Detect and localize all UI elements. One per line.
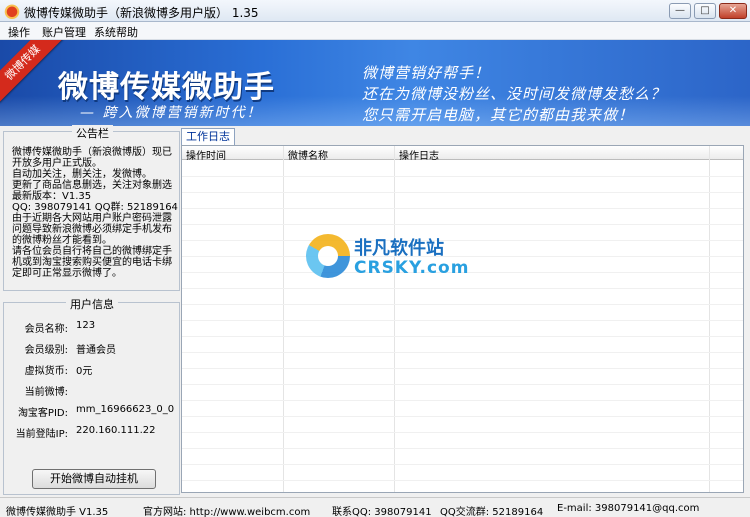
- watermark-cn: 非凡软件站: [354, 238, 444, 259]
- notice-line: 更新了商品信息删选，关注对象删选: [12, 180, 172, 191]
- menu-account[interactable]: 账户管理: [42, 24, 86, 40]
- row-gridline: [182, 192, 743, 193]
- app-icon: [4, 3, 20, 19]
- banner-slogan-3: 您只需开启电脑，其它的都由我来做！: [362, 106, 635, 124]
- row-gridline: [182, 336, 743, 337]
- banner-subtitle: — 跨入微博营销新时代！: [80, 105, 263, 121]
- notice-line: 问题导致新浪微博必须绑定手机发布: [12, 224, 172, 235]
- banner-title: 微博传媒微助手: [58, 70, 275, 105]
- notice-line: 由于近期各大网站用户账户密码泄露: [12, 213, 172, 224]
- watermark-en: CRSKY.com: [354, 258, 470, 278]
- row-gridline: [182, 320, 743, 321]
- status-website: 官方网站: http://www.weibcm.com: [143, 507, 311, 517]
- notice-line: QQ: 398079141 QQ群: 52189164: [12, 202, 178, 213]
- title-bar: 微博传媒微助手（新浪微博多用户版） 1.35 — □ ✕: [0, 0, 750, 22]
- banner-ribbon: 微博传媒: [0, 40, 63, 103]
- work-log-table[interactable]: 操作时间 微博名称 操作日志: [181, 145, 744, 493]
- notice-line: 开放多用户正式版。: [12, 158, 102, 169]
- crsky-watermark: 非凡软件站 CRSKY.com: [306, 230, 468, 286]
- notice-line: 自动加关注，删关注，发微博。: [12, 169, 152, 180]
- info-value: 220.160.111.22: [76, 425, 156, 436]
- banner: 微博传媒 微博传媒微助手 — 跨入微博营销新时代！ 微博营销好帮手！ 还在为微博…: [0, 40, 750, 126]
- notice-line: 定即可正常显示微博了。: [12, 268, 122, 279]
- tab-work-log[interactable]: 工作日志: [181, 128, 235, 146]
- info-value: 123: [76, 320, 96, 331]
- column-header-weibo-name[interactable]: 微博名称: [288, 147, 328, 162]
- info-value: mm_16966623_0_0: [76, 404, 175, 415]
- info-label: 当前微博:: [24, 387, 68, 398]
- info-value: 0元: [76, 366, 93, 377]
- row-gridline: [182, 448, 743, 449]
- info-label: 当前登陆IP:: [15, 429, 68, 440]
- table-header: 操作时间 微博名称 操作日志: [182, 146, 743, 162]
- notice-title: 公告栏: [72, 125, 113, 141]
- row-gridline: [182, 208, 743, 209]
- notice-line: 最新版本：V1.35: [12, 191, 92, 202]
- info-label: 会员级别:: [24, 345, 68, 356]
- menu-help[interactable]: 系统帮助: [94, 24, 138, 40]
- info-value: 普通会员: [76, 345, 116, 356]
- notice-line: 的微博粉丝才能看到。: [12, 235, 112, 246]
- row-gridline: [182, 400, 743, 401]
- start-auto-hang-button[interactable]: 开始微博自动挂机: [32, 469, 156, 489]
- column-header-log[interactable]: 操作日志: [399, 147, 439, 162]
- minimize-button[interactable]: —: [669, 3, 691, 19]
- window-title: 微博传媒微助手（新浪微博多用户版） 1.35: [24, 6, 259, 20]
- status-qq: 联系QQ: 398079141: [332, 507, 432, 517]
- row-gridline: [182, 352, 743, 353]
- row-gridline: [182, 464, 743, 465]
- close-button[interactable]: ✕: [719, 3, 747, 19]
- notice-panel: 公告栏 微博传媒微助手（新浪微博版）现已 开放多用户正式版。 自动加关注，删关注…: [3, 125, 180, 291]
- row-gridline: [182, 256, 743, 257]
- menu-operate[interactable]: 操作: [8, 24, 30, 40]
- row-gridline: [182, 432, 743, 433]
- menu-bar: 操作 账户管理 系统帮助: [0, 22, 750, 40]
- banner-slogan-1: 微博营销好帮手！: [362, 64, 491, 82]
- notice-line: 机或到淘宝搜索购买便宜的电话卡绑: [12, 257, 172, 268]
- status-app-version: 微博传媒微助手 V1.35: [6, 507, 109, 517]
- info-label: 会员名称:: [24, 324, 68, 335]
- info-label: 淘宝客PID:: [17, 408, 68, 419]
- status-email: E-mail: 398079141@qq.com: [557, 503, 700, 514]
- row-gridline: [182, 304, 743, 305]
- user-info-panel: 用户信息 会员名称: 123 会员级别: 普通会员 虚拟货币: 0元 当前微博:…: [3, 296, 180, 495]
- notice-line: 微博传媒微助手（新浪微博版）现已: [12, 147, 172, 158]
- row-gridline: [182, 240, 743, 241]
- row-gridline: [182, 368, 743, 369]
- row-gridline: [182, 480, 743, 481]
- row-gridline: [182, 176, 743, 177]
- maximize-button[interactable]: □: [694, 3, 716, 19]
- row-gridline: [182, 288, 743, 289]
- crsky-logo-icon: [306, 234, 350, 278]
- notice-line: 请各位会员自行将自己的微博绑定手: [12, 246, 172, 257]
- banner-slogan-2: 还在为微博没粉丝、没时间发微博发愁么？: [362, 85, 667, 103]
- status-qq-group: QQ交流群: 52189164: [440, 507, 544, 517]
- info-label: 虚拟货币:: [24, 366, 68, 377]
- row-gridline: [182, 416, 743, 417]
- status-bar: 微博传媒微助手 V1.35 官方网站: http://www.weibcm.co…: [0, 497, 750, 517]
- row-gridline: [182, 224, 743, 225]
- row-gridline: [182, 384, 743, 385]
- column-header-time[interactable]: 操作时间: [186, 147, 226, 162]
- user-info-title: 用户信息: [66, 296, 118, 312]
